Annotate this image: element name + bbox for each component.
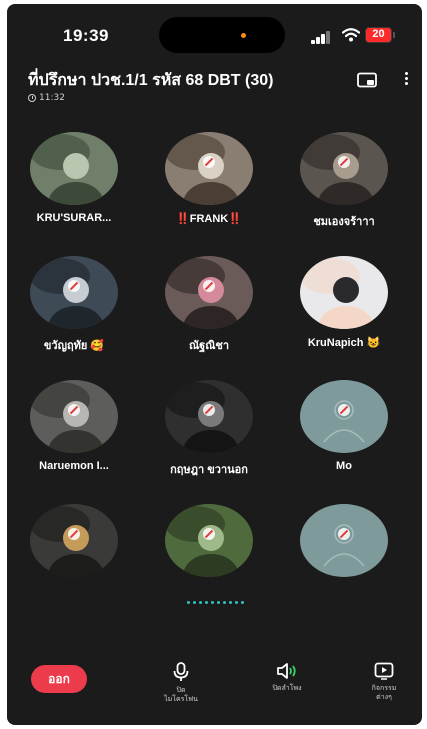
muted-icon [68, 280, 80, 292]
muted-icon [203, 156, 215, 168]
loading-indicator [187, 601, 244, 605]
participant-name: Naruemon I... [39, 460, 109, 472]
participant-name: กฤษฎา ขวานอก [170, 464, 248, 476]
participant-name: ณัฐณิชา [188, 340, 230, 352]
participant-tile[interactable]: ณัฐณิชา [144, 256, 274, 374]
elapsed-time: 11:32 [39, 93, 65, 103]
muted-icon [68, 404, 80, 416]
participant-avatar [165, 504, 253, 577]
speaker-button[interactable]: ปิดลำโพง [252, 662, 322, 693]
participant-avatar [165, 380, 253, 453]
participant-tile[interactable]: ชมเองจร้าาา [279, 132, 409, 250]
call-controls: ออก ปิด ไมโครโฟน ปิดลำโพง กิจกรรม ต่างๆ [7, 652, 422, 712]
participant-avatar [165, 256, 253, 329]
participant-tile[interactable] [9, 504, 139, 622]
participant-name: KRU'SURAR... [36, 212, 112, 224]
recording-dot [241, 33, 246, 38]
participant-name: KruNapich 😺 [307, 337, 381, 349]
participant-avatar [30, 256, 118, 329]
mic-button[interactable]: ปิด ไมโครโฟน [146, 662, 216, 704]
status-time: 19:39 [63, 26, 109, 45]
speaker-label: ปิดลำโพง [272, 684, 302, 692]
participant-tile[interactable]: KRU'SURAR... [9, 132, 139, 250]
participant-tile[interactable]: ขวัญฤทัย 🥰 [9, 256, 139, 374]
wifi-icon [342, 28, 360, 42]
participant-tile[interactable]: ‼️FRANK‼️ [144, 132, 274, 250]
more-vertical-icon[interactable] [402, 70, 410, 90]
muted-icon [68, 528, 80, 540]
participant-avatar [300, 132, 388, 205]
activities-button[interactable]: กิจกรรม ต่างๆ [349, 662, 419, 702]
participant-name: Mo [336, 460, 352, 472]
participant-tile[interactable]: กฤษฎา ขวานอก [144, 380, 274, 498]
participant-tile[interactable] [279, 504, 409, 622]
dynamic-island [159, 17, 285, 53]
microphone-icon [173, 662, 189, 681]
meeting-title: ที่ปรึกษา ปวช.1/1 รหัส 68 DBT (30) [28, 72, 274, 89]
meeting-header: ที่ปรึกษา ปวช.1/1 รหัส 68 DBT (30) 11:32 [7, 64, 422, 114]
picture-in-picture-icon[interactable] [357, 72, 377, 88]
meeting-elapsed: 11:32 [28, 93, 65, 103]
participant-name: ขวัญฤทัย 🥰 [43, 340, 105, 352]
muted-icon [203, 528, 215, 540]
activities-icon [374, 662, 394, 680]
speaker-icon [277, 663, 296, 679]
participant-avatar [165, 132, 253, 205]
participant-avatar [30, 504, 118, 577]
participant-tile[interactable]: KruNapich 😺 [279, 256, 409, 374]
participant-avatar [30, 380, 118, 453]
clock-icon [28, 94, 36, 102]
battery-level: 20 [372, 28, 385, 40]
participant-tile[interactable]: Naruemon I... [9, 380, 139, 498]
participant-avatar [300, 256, 388, 329]
battery-icon: 20 [365, 27, 395, 43]
muted-icon [338, 528, 350, 540]
participant-tile[interactable]: Mo [279, 380, 409, 498]
phone-screen: 19:39 20 ที่ปรึกษา ปวช.1/1 รหัส 68 DBT (… [7, 4, 422, 725]
muted-icon [203, 404, 215, 416]
participant-avatar [30, 132, 118, 205]
default-avatar [300, 380, 388, 453]
muted-icon [338, 404, 350, 416]
muted-icon [203, 280, 215, 292]
participant-name: ชมเองจร้าาา [313, 216, 375, 228]
status-bar: 19:39 20 [7, 4, 422, 56]
mic-label: ปิด ไมโครโฟน [164, 686, 198, 703]
muted-icon [338, 156, 350, 168]
default-avatar [300, 504, 388, 577]
cellular-signal-icon [311, 31, 333, 44]
participant-name: ‼️FRANK‼️ [176, 213, 242, 225]
activities-label: กิจกรรม ต่างๆ [371, 684, 397, 701]
leave-button[interactable]: ออก [31, 665, 87, 693]
